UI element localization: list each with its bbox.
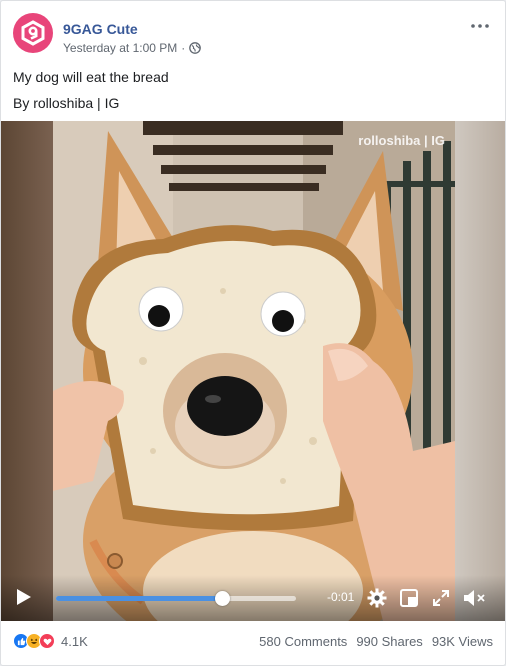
video-controls: -0:01 [1, 575, 505, 621]
page-name-link[interactable]: 9GAG Cute [63, 21, 138, 37]
more-dots-icon [471, 24, 489, 28]
comments-count-link[interactable]: 580 Comments [259, 634, 347, 649]
post-meta: Yesterday at 1:00 PM · [63, 41, 202, 55]
dog-bread-video-frame-image [53, 121, 455, 621]
post-timestamp[interactable]: Yesterday at 1:00 PM [63, 41, 177, 55]
views-count: 93K Views [431, 633, 493, 649]
video-time-remaining: -0:01 [327, 590, 355, 604]
page-avatar[interactable] [13, 13, 53, 53]
video-blur-left [1, 121, 53, 621]
more-options-button[interactable] [469, 19, 491, 33]
post-footer: 4.1K 580 Comments 990 Shares 93K Views [13, 629, 493, 653]
post-text-line: My dog will eat the bread [13, 69, 169, 85]
reactions-summary[interactable]: 4.1K [13, 633, 88, 649]
video-progress-handle[interactable] [214, 591, 230, 606]
post-stats: 580 Comments 990 Shares 93K Views [259, 634, 493, 649]
video-progress-fill [56, 596, 222, 601]
post-card: 9GAG Cute Yesterday at 1:00 PM · My dog … [0, 0, 506, 666]
post-message: My dog will eat the bread By rolloshiba … [13, 67, 169, 119]
reaction-count: 4.1K [61, 633, 88, 649]
fullscreen-icon[interactable] [433, 590, 449, 606]
settings-gear-icon[interactable] [367, 588, 387, 608]
picture-in-picture-icon[interactable] [400, 589, 418, 607]
video-progress-bar[interactable] [56, 591, 296, 606]
9gag-logo-icon [21, 20, 45, 46]
video-frame[interactable] [53, 121, 455, 621]
love-icon [39, 633, 55, 649]
globe-icon [189, 42, 202, 54]
post-header: 9GAG Cute Yesterday at 1:00 PM · [13, 13, 493, 57]
meta-separator: · [181, 41, 186, 55]
post-credit-line: By rolloshiba | IG [13, 95, 120, 111]
play-icon[interactable] [17, 589, 31, 605]
video-watermark: rolloshiba | IG [358, 133, 445, 148]
volume-muted-icon[interactable] [463, 589, 487, 607]
video-blur-right [455, 121, 505, 621]
video-player[interactable]: rolloshiba | IG -0:01 [1, 121, 505, 621]
shares-count-link[interactable]: 990 Shares [356, 634, 423, 649]
